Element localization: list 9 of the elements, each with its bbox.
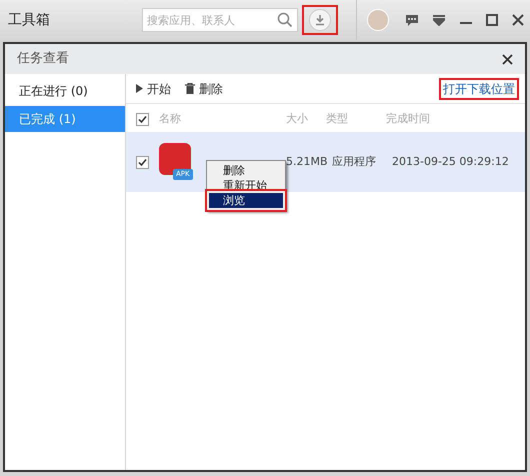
column-header: 类型: [326, 110, 349, 127]
table-cell-text: 2013-09-25 09:29:12: [392, 154, 509, 170]
table-cell-text: 应用程序: [332, 154, 377, 170]
column-header: 大小: [286, 110, 309, 127]
table-cell-text: 5.21MB: [286, 154, 326, 170]
dialog-title: 任务查看: [17, 50, 69, 68]
column-header: 完成时间: [386, 110, 430, 127]
column-header: 名称: [159, 110, 182, 127]
app-title: 工具箱: [8, 10, 50, 30]
